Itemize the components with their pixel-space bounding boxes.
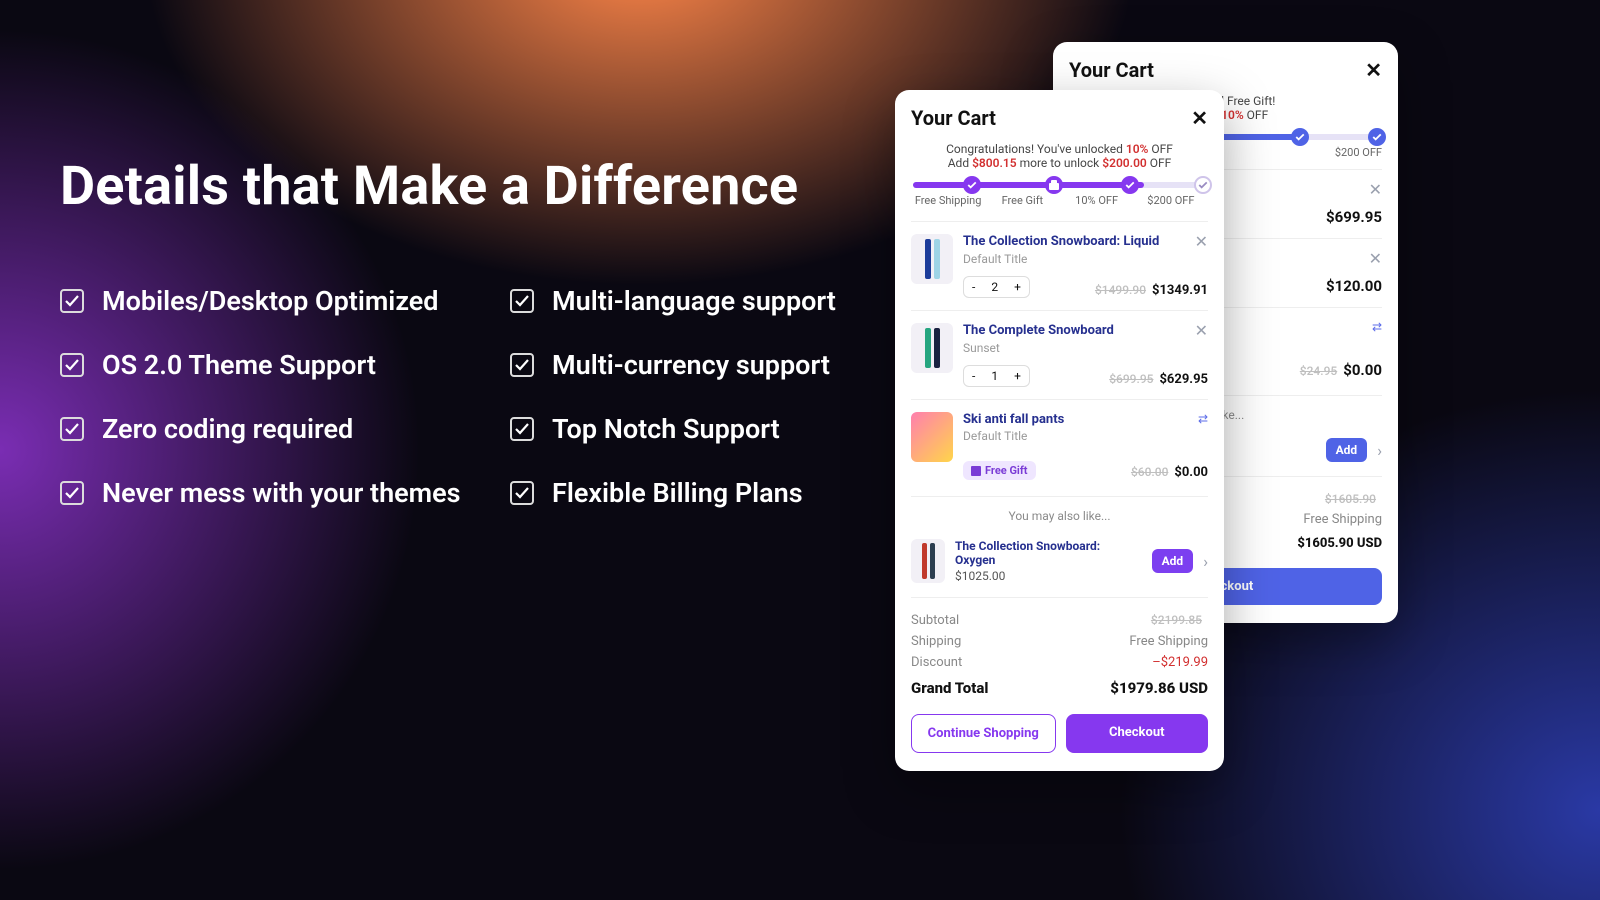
feature-label: Mobiles/Desktop Optimized xyxy=(102,285,439,317)
shipping-value: Free Shipping xyxy=(1303,512,1382,527)
item-price: $699.95 xyxy=(1326,208,1382,226)
chevron-right-icon[interactable]: › xyxy=(1203,552,1208,571)
swap-icon[interactable]: ⇄ xyxy=(1372,320,1382,334)
free-gift-badge: Free Gift xyxy=(963,461,1036,480)
discount-label: Discount xyxy=(911,655,962,670)
cart-totals: Subtotal $2199.85 Shipping Free Shipping D… xyxy=(911,598,1208,700)
promo-text: Add $800.15 more to unlock $200.00 OFF xyxy=(911,156,1208,170)
item-title: Ski anti fall pants xyxy=(963,412,1064,427)
rewards-progress xyxy=(913,182,1206,188)
chevron-right-icon[interactable]: › xyxy=(1377,441,1382,460)
feature-item: Multi-language support xyxy=(510,285,890,317)
check-icon xyxy=(510,417,534,441)
qty-value: 2 xyxy=(983,277,1006,297)
cart-item: Ski anti fall pants ⇄ Default Title Free … xyxy=(911,399,1208,492)
continue-shopping-button[interactable]: Continue Shopping xyxy=(911,714,1056,753)
check-icon xyxy=(510,481,534,505)
milestone-icon xyxy=(963,176,981,194)
add-button[interactable]: Add xyxy=(1152,549,1194,573)
check-icon xyxy=(60,481,84,505)
milestone-icon xyxy=(1045,176,1063,194)
upsell-title: The Collection Snowboard: Oxygen xyxy=(955,539,1142,567)
cart-item: The Collection Snowboard: Liquid ✕ Defaul… xyxy=(911,221,1208,310)
milestone-icon xyxy=(1194,176,1212,194)
add-button[interactable]: Add xyxy=(1326,438,1368,462)
feature-label: Multi-language support xyxy=(552,285,836,317)
quantity-stepper[interactable]: -2+ xyxy=(963,276,1030,298)
close-icon[interactable]: ✕ xyxy=(1365,60,1382,80)
product-thumb xyxy=(911,412,953,462)
upsell-price: $1025.00 xyxy=(955,569,1142,583)
check-icon xyxy=(60,353,84,377)
product-thumb xyxy=(911,539,945,583)
milestone-icon xyxy=(1291,128,1309,146)
remove-icon[interactable]: ✕ xyxy=(1369,182,1382,198)
feature-item: Never mess with your themes xyxy=(60,477,510,509)
feature-item: Flexible Billing Plans xyxy=(510,477,890,509)
close-icon[interactable]: ✕ xyxy=(1191,108,1208,128)
promo-text: Congratulations! You've unlocked 10% OFF xyxy=(911,142,1208,156)
page-headline: Details that Make a Difference xyxy=(60,155,798,218)
feature-label: Zero coding required xyxy=(102,413,353,445)
check-icon xyxy=(60,417,84,441)
item-price: $120.00 xyxy=(1326,277,1382,295)
product-thumb xyxy=(911,234,953,284)
shipping-label: Shipping xyxy=(911,634,961,649)
item-price: $1499.90$1349.91 xyxy=(1095,283,1208,298)
item-title: The Collection Snowboard: Liquid xyxy=(963,234,1159,249)
shipping-value: Free Shipping xyxy=(1129,634,1208,649)
remove-icon[interactable]: ✕ xyxy=(1195,323,1208,339)
item-variant: Sunset xyxy=(963,341,1208,355)
feature-label: Flexible Billing Plans xyxy=(552,477,803,509)
upsell-item: The Collection Snowboard: Oxygen $1025.0… xyxy=(911,531,1208,598)
feature-item: Zero coding required xyxy=(60,413,510,445)
item-price: $24.95$0.00 xyxy=(1300,361,1382,379)
remove-icon[interactable]: ✕ xyxy=(1369,251,1382,267)
feature-item: Multi-currency support xyxy=(510,349,890,381)
feature-item: Top Notch Support xyxy=(510,413,890,445)
milestone-icon xyxy=(1368,128,1386,146)
item-price: $60.00$0.00 xyxy=(1131,465,1208,480)
feature-label: Top Notch Support xyxy=(552,413,780,445)
remove-icon[interactable]: ✕ xyxy=(1195,234,1208,250)
feature-label: OS 2.0 Theme Support xyxy=(102,349,376,381)
subtotal-label: Subtotal xyxy=(911,613,959,628)
feature-label: Multi-currency support xyxy=(552,349,830,381)
cart-title: Your Cart xyxy=(911,106,996,130)
feature-label: Never mess with your themes xyxy=(102,477,461,509)
qty-plus[interactable]: + xyxy=(1006,277,1029,297)
check-icon xyxy=(510,289,534,313)
cart-title: Your Cart xyxy=(1069,58,1154,82)
qty-plus[interactable]: + xyxy=(1006,366,1029,386)
grand-total-value: $1605.90 USD xyxy=(1297,536,1382,551)
feature-item: Mobiles/Desktop Optimized xyxy=(60,285,510,317)
milestone-icon xyxy=(1121,176,1139,194)
product-thumb xyxy=(911,323,953,373)
qty-value: 1 xyxy=(983,366,1006,386)
progress-labels: Free ShippingFree Gift10% OFF$200 OFF xyxy=(911,194,1208,207)
swap-icon[interactable]: ⇄ xyxy=(1198,412,1208,426)
grand-total-value: $1979.86 USD xyxy=(1110,679,1208,697)
upsell-heading: You may also like... xyxy=(911,496,1208,531)
discount-value: –$219.99 xyxy=(1152,655,1208,670)
subtotal-value: $1605.90 xyxy=(1325,492,1376,506)
item-variant: Default Title xyxy=(963,252,1208,266)
check-icon xyxy=(60,289,84,313)
check-icon xyxy=(510,353,534,377)
feature-item: OS 2.0 Theme Support xyxy=(60,349,510,381)
subtotal-value: $2199.85 xyxy=(1151,613,1202,628)
cart-drawer-front: Your Cart ✕ Congratulations! You've unlo… xyxy=(895,90,1224,771)
qty-minus[interactable]: - xyxy=(964,277,983,297)
item-price: $699.95$629.95 xyxy=(1109,372,1208,387)
item-title: The Complete Snowboard xyxy=(963,323,1114,338)
item-variant: Default Title xyxy=(963,429,1208,443)
feature-list: Mobiles/Desktop Optimized Multi-language… xyxy=(60,285,890,509)
checkout-button[interactable]: Checkout xyxy=(1066,714,1209,753)
grand-total-label: Grand Total xyxy=(911,679,988,697)
quantity-stepper[interactable]: -1+ xyxy=(963,365,1030,387)
qty-minus[interactable]: - xyxy=(964,366,983,386)
cart-item: The Complete Snowboard ✕ Sunset -1+ $699.… xyxy=(911,310,1208,399)
